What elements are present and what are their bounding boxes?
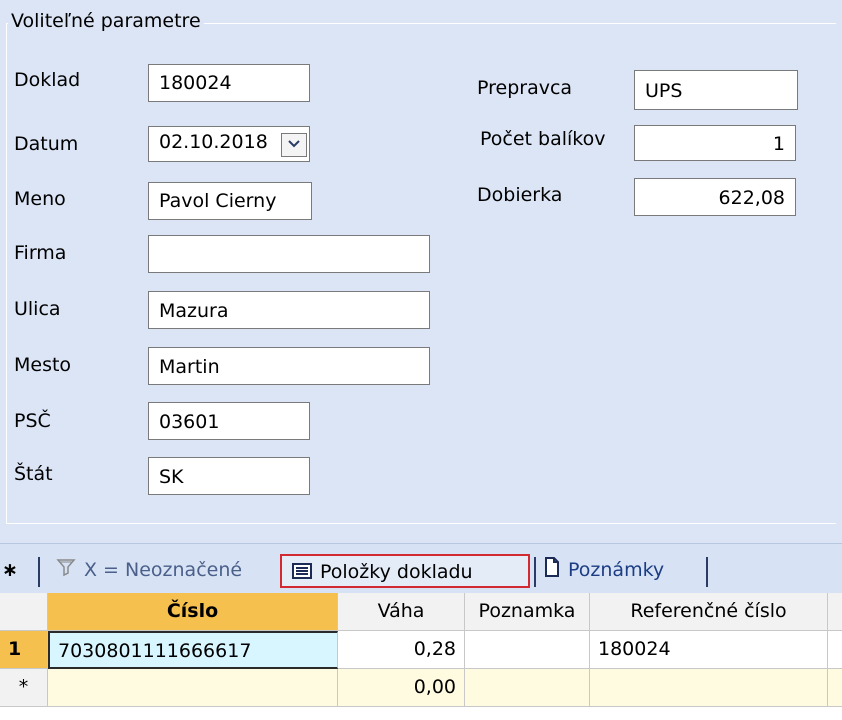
cell-poznamka-new[interactable] [465, 669, 590, 707]
tab-polozky-dokladu[interactable]: Položky dokladu [280, 554, 530, 588]
doklad-field[interactable]: 180024 [148, 64, 310, 102]
cell-vaha-new[interactable]: 0,00 [338, 669, 465, 707]
cell-referencne-cislo[interactable]: 180024 [590, 631, 828, 669]
label-stat: Štát [14, 463, 53, 485]
label-prepravca: Prepravca [477, 77, 573, 99]
tab-polozky-label: Položky dokladu [320, 561, 473, 583]
ulica-field[interactable]: Mazura [148, 291, 430, 329]
psc-field[interactable]: 03601 [148, 402, 310, 440]
column-header-cislo[interactable]: Číslo [48, 593, 338, 631]
row-header-corner [0, 593, 48, 631]
cell-cislo-new[interactable] [48, 669, 338, 707]
label-meno: Meno [14, 188, 66, 210]
column-header-filler [828, 593, 842, 631]
cell-vaha[interactable]: 0,28 [338, 631, 465, 669]
column-header-vaha[interactable]: Váha [338, 593, 465, 631]
tab-separator [706, 557, 708, 587]
filter-icon [56, 555, 76, 587]
mesto-field[interactable]: Martin [148, 347, 430, 385]
tab-strip: ∗ X = Neoznačené Položky dokladu Poznámk… [0, 543, 842, 594]
cell-filler [828, 631, 842, 669]
tab-filter[interactable]: X = Neoznačené [56, 554, 242, 588]
tab-poznamky[interactable]: Poznámky [544, 554, 664, 588]
row-header-new[interactable]: * [0, 669, 48, 707]
grid-empty-area [0, 707, 842, 720]
new-record-marker[interactable]: ∗ [2, 554, 18, 588]
meno-field[interactable]: Pavol Cierny [148, 182, 312, 220]
page-icon [544, 555, 560, 587]
row-header[interactable]: 1 [0, 631, 48, 669]
cell-filler [828, 669, 842, 707]
datum-field[interactable]: 02.10.2018 [148, 126, 310, 162]
dobierka-field[interactable]: 622,08 [634, 178, 796, 216]
label-pocet-balikov: Počet balíkov [480, 128, 606, 150]
label-psc: PSČ [14, 410, 51, 432]
label-ulica: Ulica [14, 298, 61, 320]
tab-separator [534, 557, 536, 587]
group-border-bottom [6, 523, 836, 524]
cell-referencne-cislo-new[interactable] [590, 669, 828, 707]
label-dobierka: Dobierka [477, 184, 563, 206]
label-mesto: Mesto [14, 354, 72, 376]
datum-value: 02.10.2018 [159, 131, 268, 153]
cell-cislo[interactable]: 7030801111666617 [48, 631, 338, 669]
column-header-poznamka[interactable]: Poznamka [465, 593, 590, 631]
cell-poznamka[interactable] [465, 631, 590, 669]
tab-separator [38, 557, 40, 587]
column-header-referencne-cislo[interactable]: Referenčné číslo [590, 593, 828, 631]
group-border-left [6, 23, 7, 523]
calendar-dropdown-icon[interactable] [281, 133, 307, 157]
list-icon [292, 557, 312, 589]
label-firma: Firma [14, 242, 67, 264]
group-title: Voliteľné parametre [8, 10, 204, 32]
prepravca-field[interactable]: UPS [634, 70, 798, 110]
firma-field[interactable] [148, 235, 430, 273]
pocet-balikov-field[interactable]: 1 [634, 125, 796, 161]
tab-poznamky-label: Poznámky [568, 559, 665, 581]
stat-field[interactable]: SK [148, 457, 310, 495]
label-doklad: Doklad [14, 69, 81, 91]
label-datum: Datum [14, 133, 79, 155]
tab-filter-label: X = Neoznačené [84, 559, 243, 581]
